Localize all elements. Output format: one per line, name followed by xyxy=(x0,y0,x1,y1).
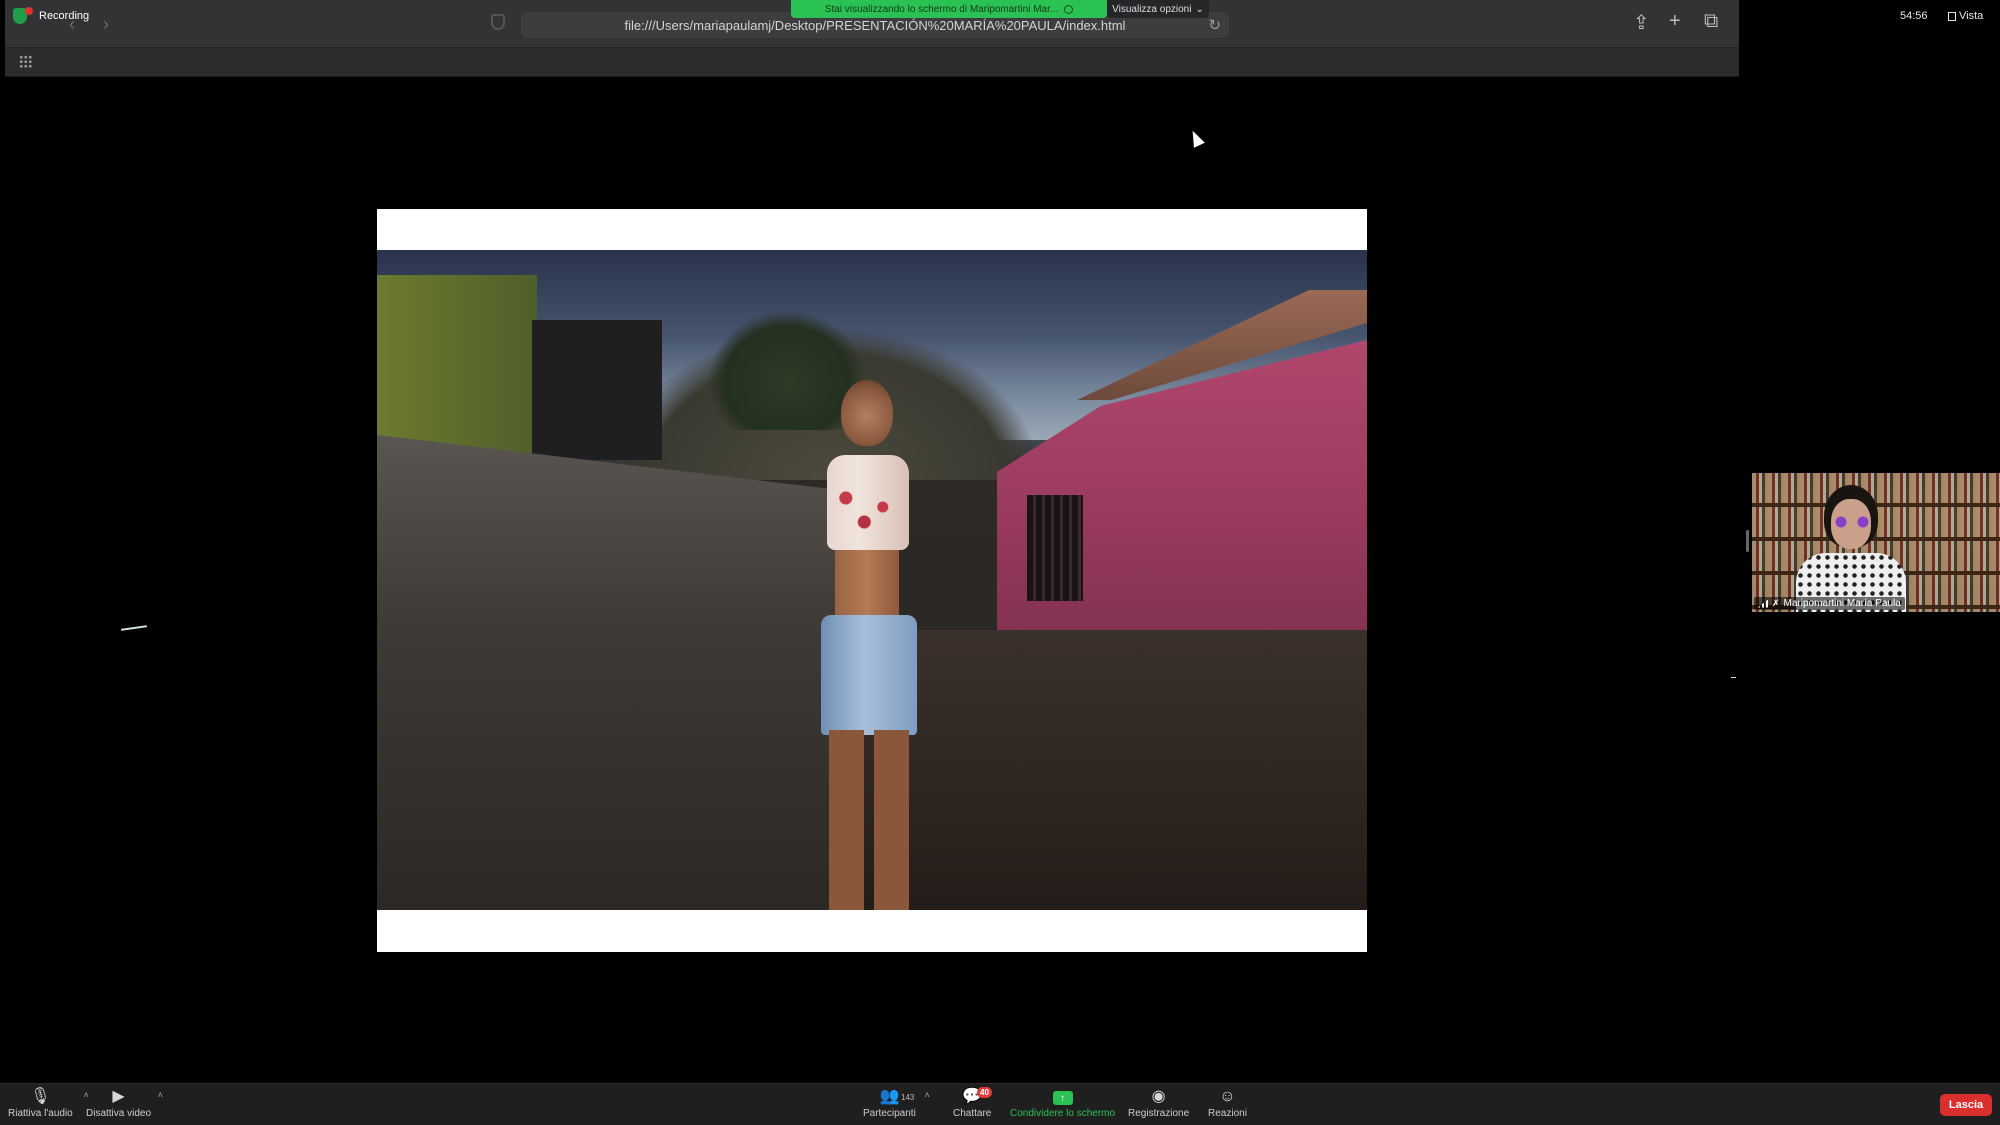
unmute-audio-button[interactable]: 🎙 Riattiva l'audio ˄ xyxy=(8,1088,89,1119)
stop-video-label: Disattiva video xyxy=(86,1108,152,1119)
share-banner-text: Stai visualizzando lo schermo di Maripom… xyxy=(824,3,1059,15)
reactions-label: Reazioni xyxy=(1208,1108,1247,1119)
stray-mark xyxy=(1731,677,1736,678)
participants-button[interactable]: 👥 143 Partecipanti ˄ xyxy=(863,1088,930,1119)
share-screen-button[interactable]: ↑ Condividere lo schermo xyxy=(1010,1088,1115,1119)
share-banner[interactable]: Stai visualizzando lo schermo di Maripom… xyxy=(791,0,1107,18)
meeting-toolbar: 🎙 Riattiva l'audio ˄ ▶ Disattiva video ˄… xyxy=(0,1083,2000,1125)
share-screen-label: Condividere lo schermo xyxy=(1010,1108,1116,1119)
muted-microphone-icon: 🎙 xyxy=(30,1088,51,1105)
privacy-shield-icon[interactable] xyxy=(491,14,505,30)
meeting-timer: 54:56 xyxy=(1900,10,1928,22)
stray-mark xyxy=(120,625,148,631)
presentation-slide xyxy=(377,209,1367,952)
grid-icon[interactable] xyxy=(19,55,32,68)
signal-strength-icon xyxy=(1758,599,1768,608)
people-icon: 👥 xyxy=(879,1088,900,1105)
new-tab-icon[interactable]: + xyxy=(1669,10,1681,33)
recording-label: Recording xyxy=(39,10,90,22)
circle-icon xyxy=(1064,4,1074,14)
chevron-up-icon[interactable]: ˄ xyxy=(925,1090,930,1100)
view-options-label: Visualizza opzioni xyxy=(1112,3,1192,15)
reload-icon[interactable]: ↻ xyxy=(1208,16,1221,34)
view-label: Vista xyxy=(1959,10,1984,22)
recording-indicator: Recording xyxy=(13,7,90,24)
chat-unread-badge: 40 xyxy=(977,1087,992,1098)
browser-subbar xyxy=(5,48,1739,77)
record-dot-icon xyxy=(25,7,33,15)
record-icon: ◉ xyxy=(1151,1088,1166,1105)
chat-button[interactable]: 💬 40 Chattare xyxy=(953,1087,992,1119)
shared-screen: Recording ‹ › file:///Users/mariapaulamj… xyxy=(5,0,1739,1083)
participant-name-label: ✗ Maripomartini María Paula xyxy=(1754,597,1905,610)
muted-mic-icon: ✗ xyxy=(1772,598,1780,608)
view-options-button[interactable]: Visualizza opzioni ⌄ xyxy=(1107,0,1209,18)
participants-count: 143 xyxy=(901,1093,915,1102)
participant-video-tile[interactable]: ✗ Maripomartini María Paula xyxy=(1752,473,2000,612)
stop-video-button[interactable]: ▶ Disattiva video ˄ xyxy=(86,1088,163,1119)
share-screen-icon: ↑ xyxy=(1052,1091,1073,1105)
participants-label: Partecipanti xyxy=(863,1108,916,1119)
back-icon[interactable]: ‹ xyxy=(69,14,75,35)
unmute-audio-label: Riattiva l'audio xyxy=(8,1108,73,1119)
view-layout-icon xyxy=(1948,11,1956,21)
record-button[interactable]: ◉ Registrazione xyxy=(1128,1088,1189,1119)
record-label: Registrazione xyxy=(1128,1108,1190,1119)
chevron-down-icon: ⌄ xyxy=(1195,3,1204,15)
video-camera-icon: ▶ xyxy=(112,1088,125,1105)
chat-label: Chattare xyxy=(953,1108,992,1119)
leave-button[interactable]: Lascia xyxy=(1940,1094,1992,1116)
smiley-icon: ☺ xyxy=(1219,1088,1236,1105)
forward-icon[interactable]: › xyxy=(103,14,109,35)
participant-video xyxy=(1782,483,1912,612)
participant-name: Maripomartini María Paula xyxy=(1783,598,1901,609)
slide-photo xyxy=(377,250,1367,910)
view-button[interactable]: Vista xyxy=(1944,8,1987,24)
share-icon[interactable]: ⇪ xyxy=(1633,10,1650,35)
reactions-button[interactable]: ☺ Reazioni xyxy=(1208,1088,1247,1119)
tabs-overview-icon[interactable]: ⧉ xyxy=(1704,10,1718,33)
chevron-up-icon[interactable]: ˄ xyxy=(158,1090,163,1100)
url-text: file:///Users/mariapaulamj/Desktop/PRESE… xyxy=(624,17,1126,33)
drag-handle[interactable] xyxy=(1746,530,1749,552)
